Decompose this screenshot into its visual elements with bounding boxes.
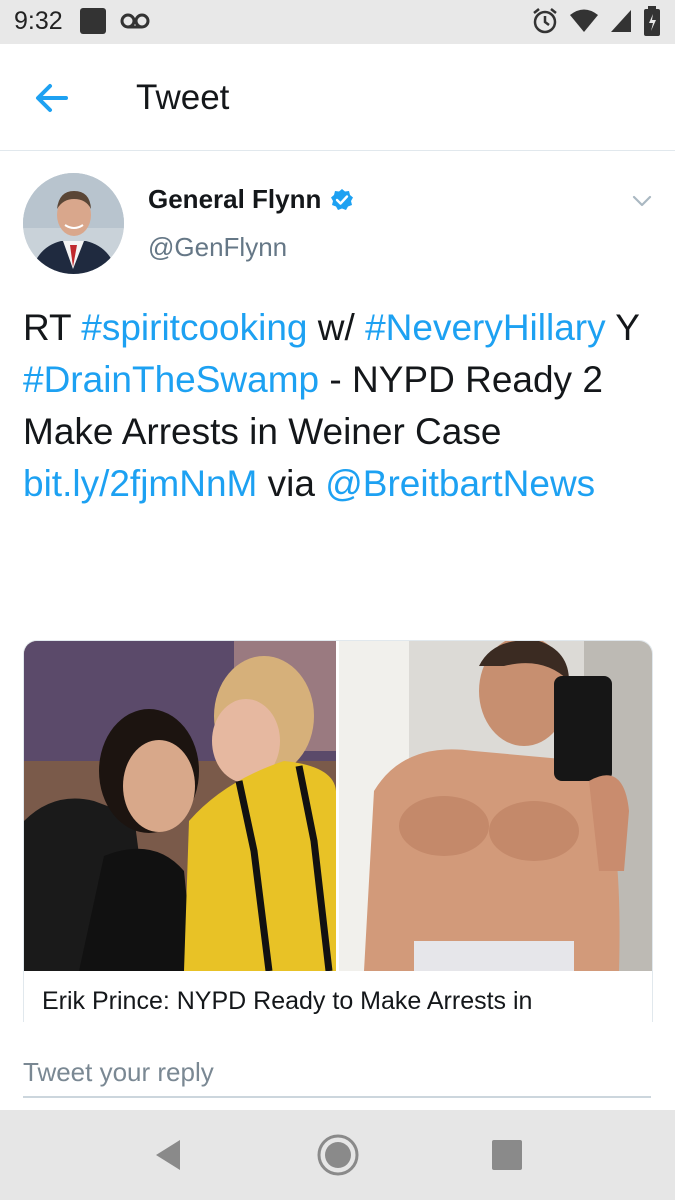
link-card[interactable]: Erik Prince: NYPD Ready to Make Arrests … <box>23 640 653 1026</box>
verified-badge-icon <box>331 189 353 210</box>
tweet-link[interactable]: @BreitbartNews <box>325 463 595 504</box>
tweet-text-segment: Y <box>605 307 640 348</box>
tweet-link[interactable]: #spiritcooking <box>81 307 307 348</box>
alarm-icon <box>533 8 557 34</box>
tweet-link[interactable]: bit.ly/2fjmNnM <box>23 463 257 504</box>
author-handle[interactable]: @GenFlynn <box>148 232 287 263</box>
tweet-link[interactable]: #DrainTheSwamp <box>23 359 319 400</box>
battery-icon <box>644 6 660 36</box>
home-circle-icon[interactable] <box>315 1132 361 1178</box>
top-app-bar: Tweet <box>0 44 675 151</box>
tweet-text-segment: w/ <box>307 307 366 348</box>
back-triangle-icon[interactable] <box>146 1132 192 1178</box>
card-title: Erik Prince: NYPD Ready to Make Arrests … <box>42 987 533 1015</box>
system-nav-bar <box>0 1110 675 1200</box>
status-time: 9:32 <box>14 7 63 35</box>
recents-square-icon[interactable] <box>484 1132 530 1178</box>
author-name[interactable]: General Flynn <box>148 184 321 215</box>
tweet-text: RT #spiritcooking w/ #NeveryHillary Y #D… <box>23 302 653 510</box>
card-image <box>24 641 652 971</box>
reply-bar <box>0 1022 675 1110</box>
tweet-text-segment: RT <box>23 307 82 348</box>
chevron-down-icon[interactable] <box>631 190 653 212</box>
page-title: Tweet <box>136 78 230 117</box>
voicemail-icon <box>120 13 150 29</box>
signal-icon <box>611 10 631 32</box>
back-arrow-icon[interactable] <box>30 78 74 118</box>
avatar[interactable] <box>23 173 124 274</box>
status-bar: 9:32 <box>0 0 675 44</box>
tweet-link[interactable]: #NeveryHillary <box>365 307 606 348</box>
reply-input[interactable] <box>23 1048 651 1098</box>
tweet-text-segment: via <box>257 463 326 504</box>
notification-icon <box>80 8 106 34</box>
wifi-icon <box>570 9 598 32</box>
